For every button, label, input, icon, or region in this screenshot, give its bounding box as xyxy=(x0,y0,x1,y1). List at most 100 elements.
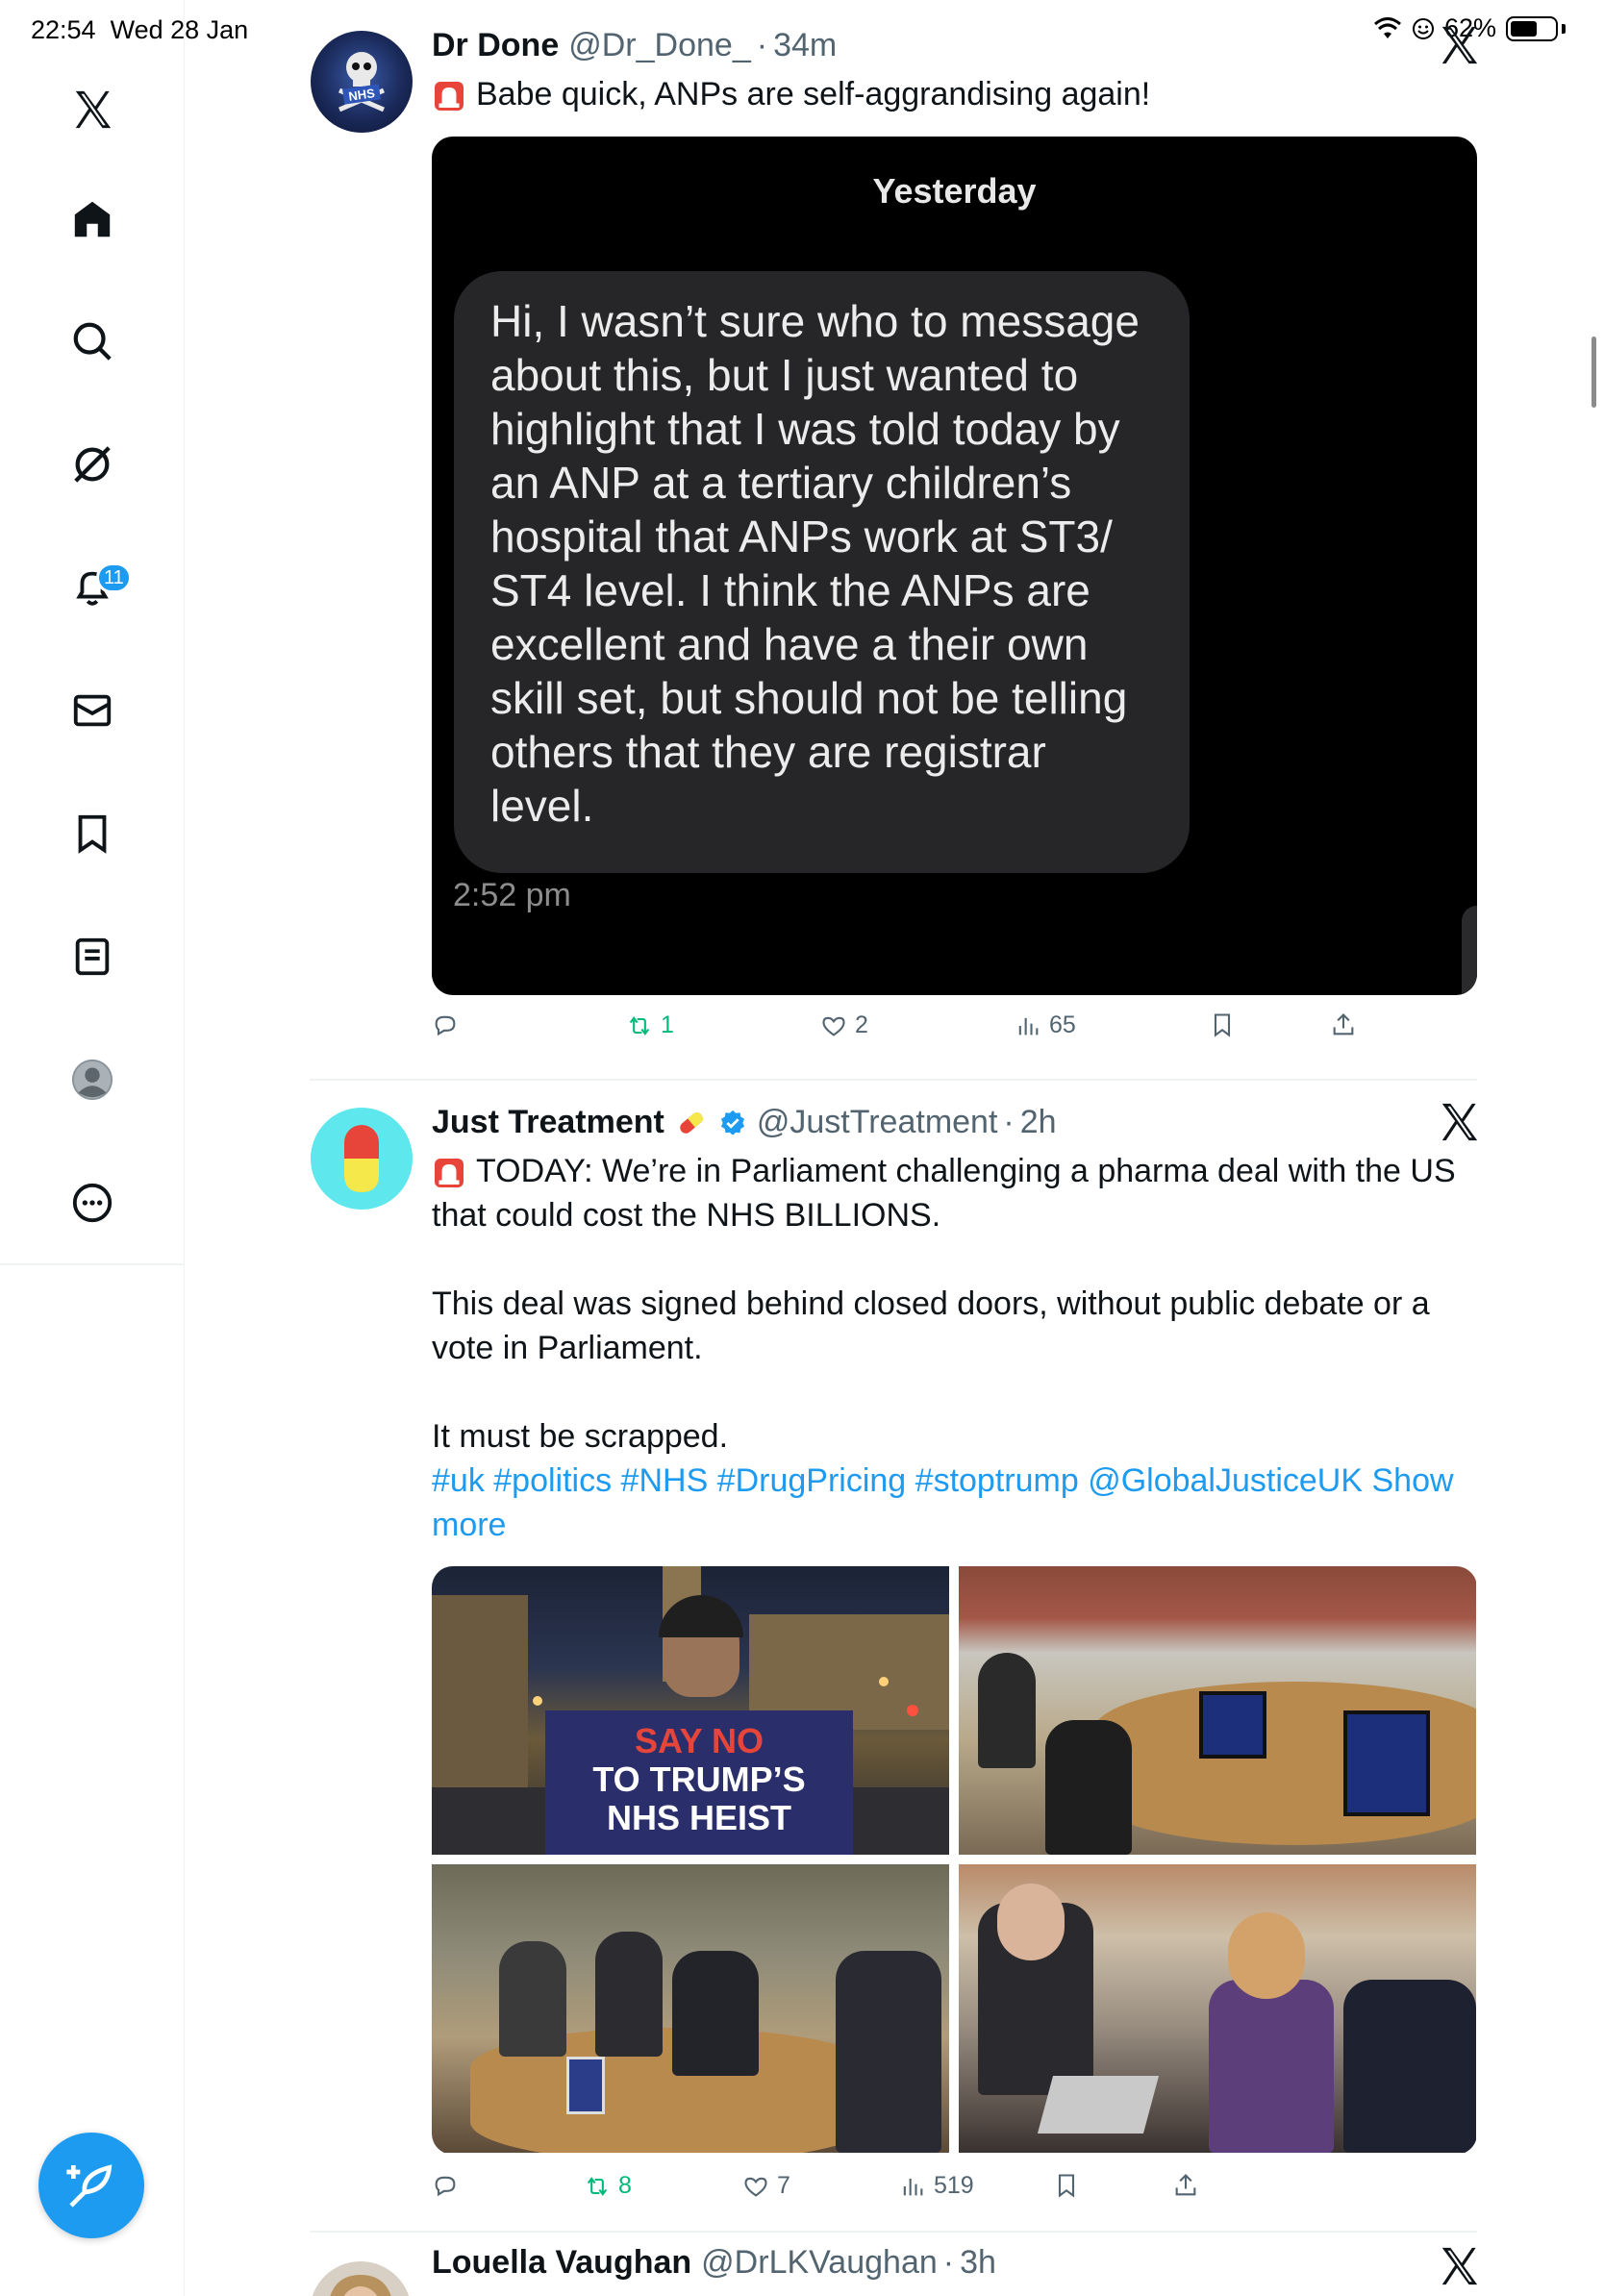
repost-button[interactable]: 8 xyxy=(584,2172,632,2200)
share-icon xyxy=(1333,1013,1354,1036)
sidebar-item-lists[interactable] xyxy=(62,926,123,987)
reply-button[interactable] xyxy=(432,1011,466,1038)
x-logo-button[interactable] xyxy=(62,79,123,140)
like-count: 2 xyxy=(855,1011,868,1038)
meeting-photo[interactable] xyxy=(432,1864,949,2153)
bookmark-icon xyxy=(1058,2174,1075,2198)
photo-grid: SAY NO TO TRUMP’S NHS HEIST xyxy=(432,1566,1477,2155)
speaker xyxy=(1209,1980,1334,2153)
mail-icon xyxy=(73,694,112,727)
protest-sign: SAY NO TO TRUMP’S NHS HEIST xyxy=(545,1710,853,1855)
share-button[interactable] xyxy=(1172,2172,1199,2199)
separator-dot: · xyxy=(942,2244,955,2281)
hashtags-link[interactable]: #uk #politics #NHS #DrugPricing #stoptru… xyxy=(432,1459,1480,1547)
battery-icon xyxy=(1506,15,1558,41)
like-button[interactable]: 2 xyxy=(820,1011,868,1039)
attendee xyxy=(499,1941,566,2057)
timestamp[interactable]: 34m xyxy=(773,27,837,64)
bookmark-button[interactable] xyxy=(1053,2172,1080,2199)
reply-icon xyxy=(435,2176,456,2197)
more-icon xyxy=(72,1183,113,1223)
tweet-paragraph: It must be scrapped. xyxy=(432,1418,729,1455)
message-time: 2:52 pm xyxy=(453,877,571,913)
handle[interactable]: @DrLKVaughan xyxy=(701,2244,938,2282)
battery-cap xyxy=(1562,23,1566,34)
svg-text:NHS: NHS xyxy=(347,86,376,104)
committee-room-photo[interactable] xyxy=(959,1566,1476,1855)
share-button[interactable] xyxy=(1330,1011,1357,1038)
attendee xyxy=(978,1653,1036,1768)
x-dismiss-icon[interactable] xyxy=(1437,23,1481,67)
list-icon xyxy=(75,937,110,976)
views-button[interactable]: 65 xyxy=(1015,1011,1076,1039)
heart-icon xyxy=(744,2177,767,2197)
pill-avatar-image xyxy=(344,1125,379,1192)
sidebar-item-more[interactable] xyxy=(62,1172,123,1234)
attendee xyxy=(836,1951,941,2153)
repost-icon xyxy=(629,1015,650,1036)
x-dismiss-icon[interactable] xyxy=(1437,2244,1481,2288)
compose-button[interactable] xyxy=(38,2133,144,2238)
display-name[interactable]: Dr Done xyxy=(432,27,559,64)
sidebar-item-grok[interactable] xyxy=(62,434,123,495)
sidebar-item-home[interactable] xyxy=(62,188,123,250)
sidebar-item-bookmarks[interactable] xyxy=(62,803,123,864)
bookmark-icon xyxy=(78,814,107,854)
avatar[interactable]: NHS xyxy=(311,31,413,133)
views-button[interactable]: 519 xyxy=(899,2172,974,2200)
tweet-body: Babe quick, ANPs are self-aggrandising a… xyxy=(476,76,1151,112)
repost-count: 1 xyxy=(661,1011,674,1038)
focus-icon xyxy=(1412,17,1434,39)
tweet-text: TODAY: We’re in Parliament challenging a… xyxy=(432,1149,1480,1547)
handle[interactable]: @JustTreatment xyxy=(757,1104,998,1141)
like-count: 7 xyxy=(777,2172,790,2199)
message-bubble: Hi, I wasn’t sure who to message about t… xyxy=(454,271,1190,873)
x-dismiss-icon[interactable] xyxy=(1437,1100,1481,1144)
home-icon xyxy=(74,201,111,237)
heart-icon xyxy=(822,1016,845,1036)
pill-emoji-icon xyxy=(680,1111,703,1134)
sidebar-item-notifications[interactable]: 11 xyxy=(62,557,132,618)
handle[interactable]: @Dr_Done_ xyxy=(568,27,751,64)
parliament-screen xyxy=(1343,1710,1430,1816)
avatar[interactable] xyxy=(311,1108,413,1210)
attendee xyxy=(595,1932,663,2057)
speaker-head xyxy=(1228,1912,1305,1999)
sidebar-item-messages[interactable] xyxy=(62,680,123,741)
tweet-actions: 1 2 65 xyxy=(432,1011,1477,1050)
avatar[interactable] xyxy=(310,2261,412,2296)
message-screenshot-image[interactable]: Yesterday Hi, I wasn’t sure who to messa… xyxy=(432,137,1477,995)
reply-icon xyxy=(435,1015,456,1036)
sidebar-item-explore[interactable] xyxy=(62,311,123,372)
notification-badge: 11 xyxy=(96,562,132,593)
siren-emoji-icon xyxy=(435,1159,464,1188)
timestamp[interactable]: 3h xyxy=(960,2244,996,2282)
sidebar-item-profile[interactable] xyxy=(62,1049,123,1111)
timestamp[interactable]: 2h xyxy=(1020,1104,1057,1141)
x-logo-icon xyxy=(75,90,112,129)
separator-dot: · xyxy=(1003,1104,1015,1140)
verified-badge-icon xyxy=(720,1110,744,1136)
tweet-header: Dr Done @Dr_Done_ · 34m xyxy=(432,27,837,64)
view-count: 65 xyxy=(1049,1011,1076,1038)
speakers-photo[interactable] xyxy=(959,1864,1476,2153)
tweet-header: Louella Vaughan @DrLKVaughan · 3h xyxy=(432,2244,996,2282)
compose-feather-icon xyxy=(66,2164,113,2208)
like-button[interactable]: 7 xyxy=(742,2172,790,2200)
sign-line: NHS HEIST xyxy=(606,1798,792,1837)
profile-icon xyxy=(71,1059,113,1101)
display-name[interactable]: Just Treatment xyxy=(432,1104,664,1141)
sign-line: TO TRUMP’S xyxy=(592,1759,806,1799)
tweet-header: Just Treatment @JustTreatment · 2h xyxy=(432,1104,1057,1141)
attendee xyxy=(1045,1720,1132,1855)
reply-button[interactable] xyxy=(432,2172,466,2199)
sidebar: 11 xyxy=(0,0,185,2296)
tweet-paragraph: This deal was signed behind closed doors… xyxy=(432,1285,1430,1366)
protest-photo[interactable]: SAY NO TO TRUMP’S NHS HEIST xyxy=(432,1566,949,1855)
bookmark-button[interactable] xyxy=(1209,1011,1236,1038)
display-name[interactable]: Louella Vaughan xyxy=(432,2244,691,2282)
scrollbar[interactable] xyxy=(1591,337,1596,408)
repost-button[interactable]: 1 xyxy=(626,1011,674,1039)
views-icon xyxy=(903,2178,923,2195)
portrait-avatar-image xyxy=(330,2275,391,2296)
